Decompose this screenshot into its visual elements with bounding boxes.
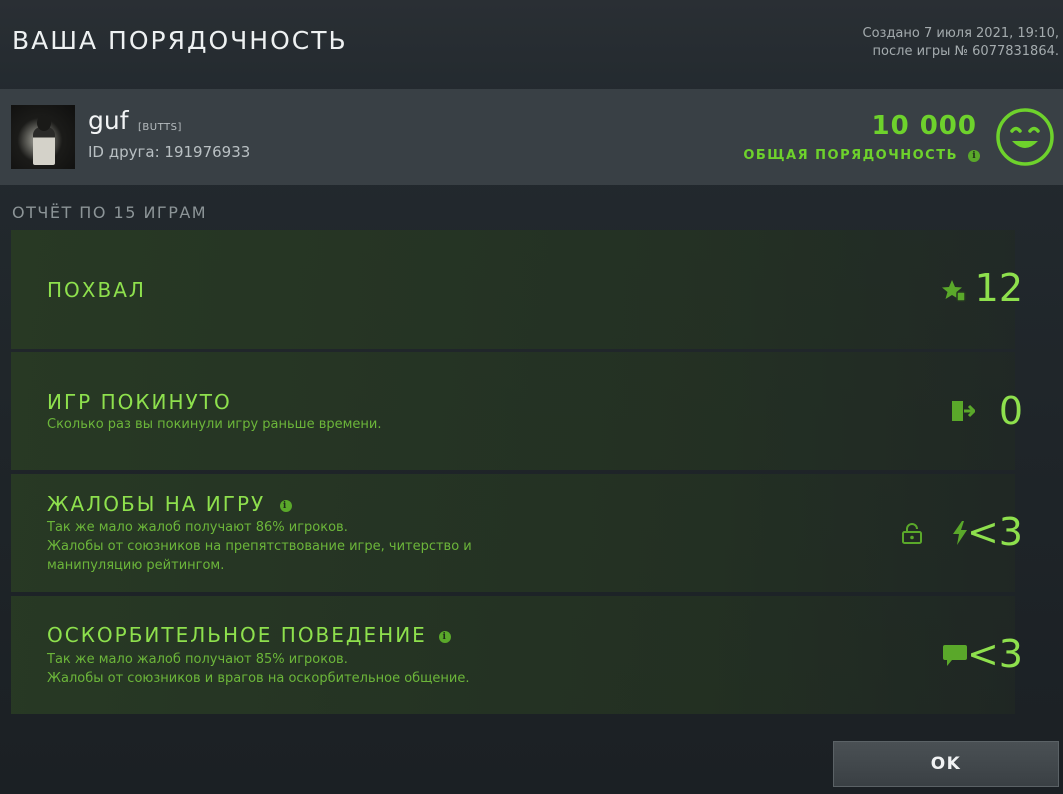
row-title: ОСКОРБИТЕЛЬНОЕ ПОВЕДЕНИЕ i: [47, 623, 452, 647]
row-title: ЖАЛОБЫ НА ИГРУ i: [47, 492, 292, 516]
row-value: 0: [998, 389, 1023, 433]
report-row-comms-reports: ОСКОРБИТЕЛЬНОЕ ПОВЕДЕНИЕ i Так же мало ж…: [11, 596, 1023, 714]
report-title: ОТЧЁТ ПО 15 ИГРАМ: [12, 203, 208, 222]
info-icon[interactable]: i: [279, 499, 292, 512]
created-match: после игры № 6077831864.: [872, 44, 1059, 59]
row-value: <3: [966, 632, 1023, 676]
friend-id: ID друга: 191976933: [88, 143, 251, 161]
row-description: Так же мало жалоб получают 86% игроков. …: [47, 518, 472, 575]
team-tag: [BUTTS]: [138, 122, 182, 133]
report-row-commends: ПОХВАЛ 12: [11, 230, 1023, 349]
row-description-line: Так же мало жалоб получают 85% игроков.: [47, 652, 348, 667]
created-info: Создано 7 июля 2021, 19:10, после игры №…: [863, 25, 1060, 61]
row-value: <3: [966, 510, 1023, 554]
info-icon[interactable]: i: [439, 630, 452, 643]
row-title-text: ЖАЛОБЫ НА ИГРУ: [47, 492, 266, 516]
created-date: Создано 7 июля 2021, 19:10,: [862, 26, 1060, 41]
chat-bubble-icon: [943, 645, 967, 666]
lock-icon: [902, 523, 922, 544]
row-value: 12: [974, 266, 1023, 310]
conduct-score: 10 000: [871, 111, 977, 141]
page-title: ВАША ПОРЯДОЧНОСТЬ: [12, 26, 348, 55]
row-title: ИГР ПОКИНУТО: [47, 390, 232, 414]
info-icon[interactable]: i: [968, 150, 980, 162]
row-description-line: Жалобы от союзников и врагов на оскорбит…: [47, 671, 470, 686]
report-row-game-reports: ЖАЛОБЫ НА ИГРУ i Так же мало жалоб получ…: [11, 474, 1023, 592]
smiley-face-icon: [996, 108, 1054, 166]
row-title: ПОХВАЛ: [47, 278, 146, 302]
avatar[interactable]: [11, 105, 75, 169]
exit-door-icon: [952, 401, 975, 421]
ok-button[interactable]: OK: [833, 741, 1059, 787]
row-description-line: Так же мало жалоб получают 86% игроков.: [47, 520, 348, 535]
report-row-abandons: ИГР ПОКИНУТО Сколько раз вы покинули игр…: [11, 352, 1023, 470]
row-description: Так же мало жалоб получают 85% игроков. …: [47, 650, 470, 688]
row-description-line: манипуляцию рейтингом.: [47, 558, 225, 573]
star-thumb-icon: [942, 280, 966, 302]
row-description-line: Жалобы от союзников на препятствование и…: [47, 539, 472, 554]
player-name[interactable]: guf: [88, 106, 129, 135]
row-title-text: ОСКОРБИТЕЛЬНОЕ ПОВЕДЕНИЕ: [47, 623, 427, 647]
row-description: Сколько раз вы покинули игру раньше врем…: [47, 417, 382, 432]
conduct-score-label: ОБЩАЯ ПОРЯДОЧНОСТЬ: [743, 148, 958, 163]
